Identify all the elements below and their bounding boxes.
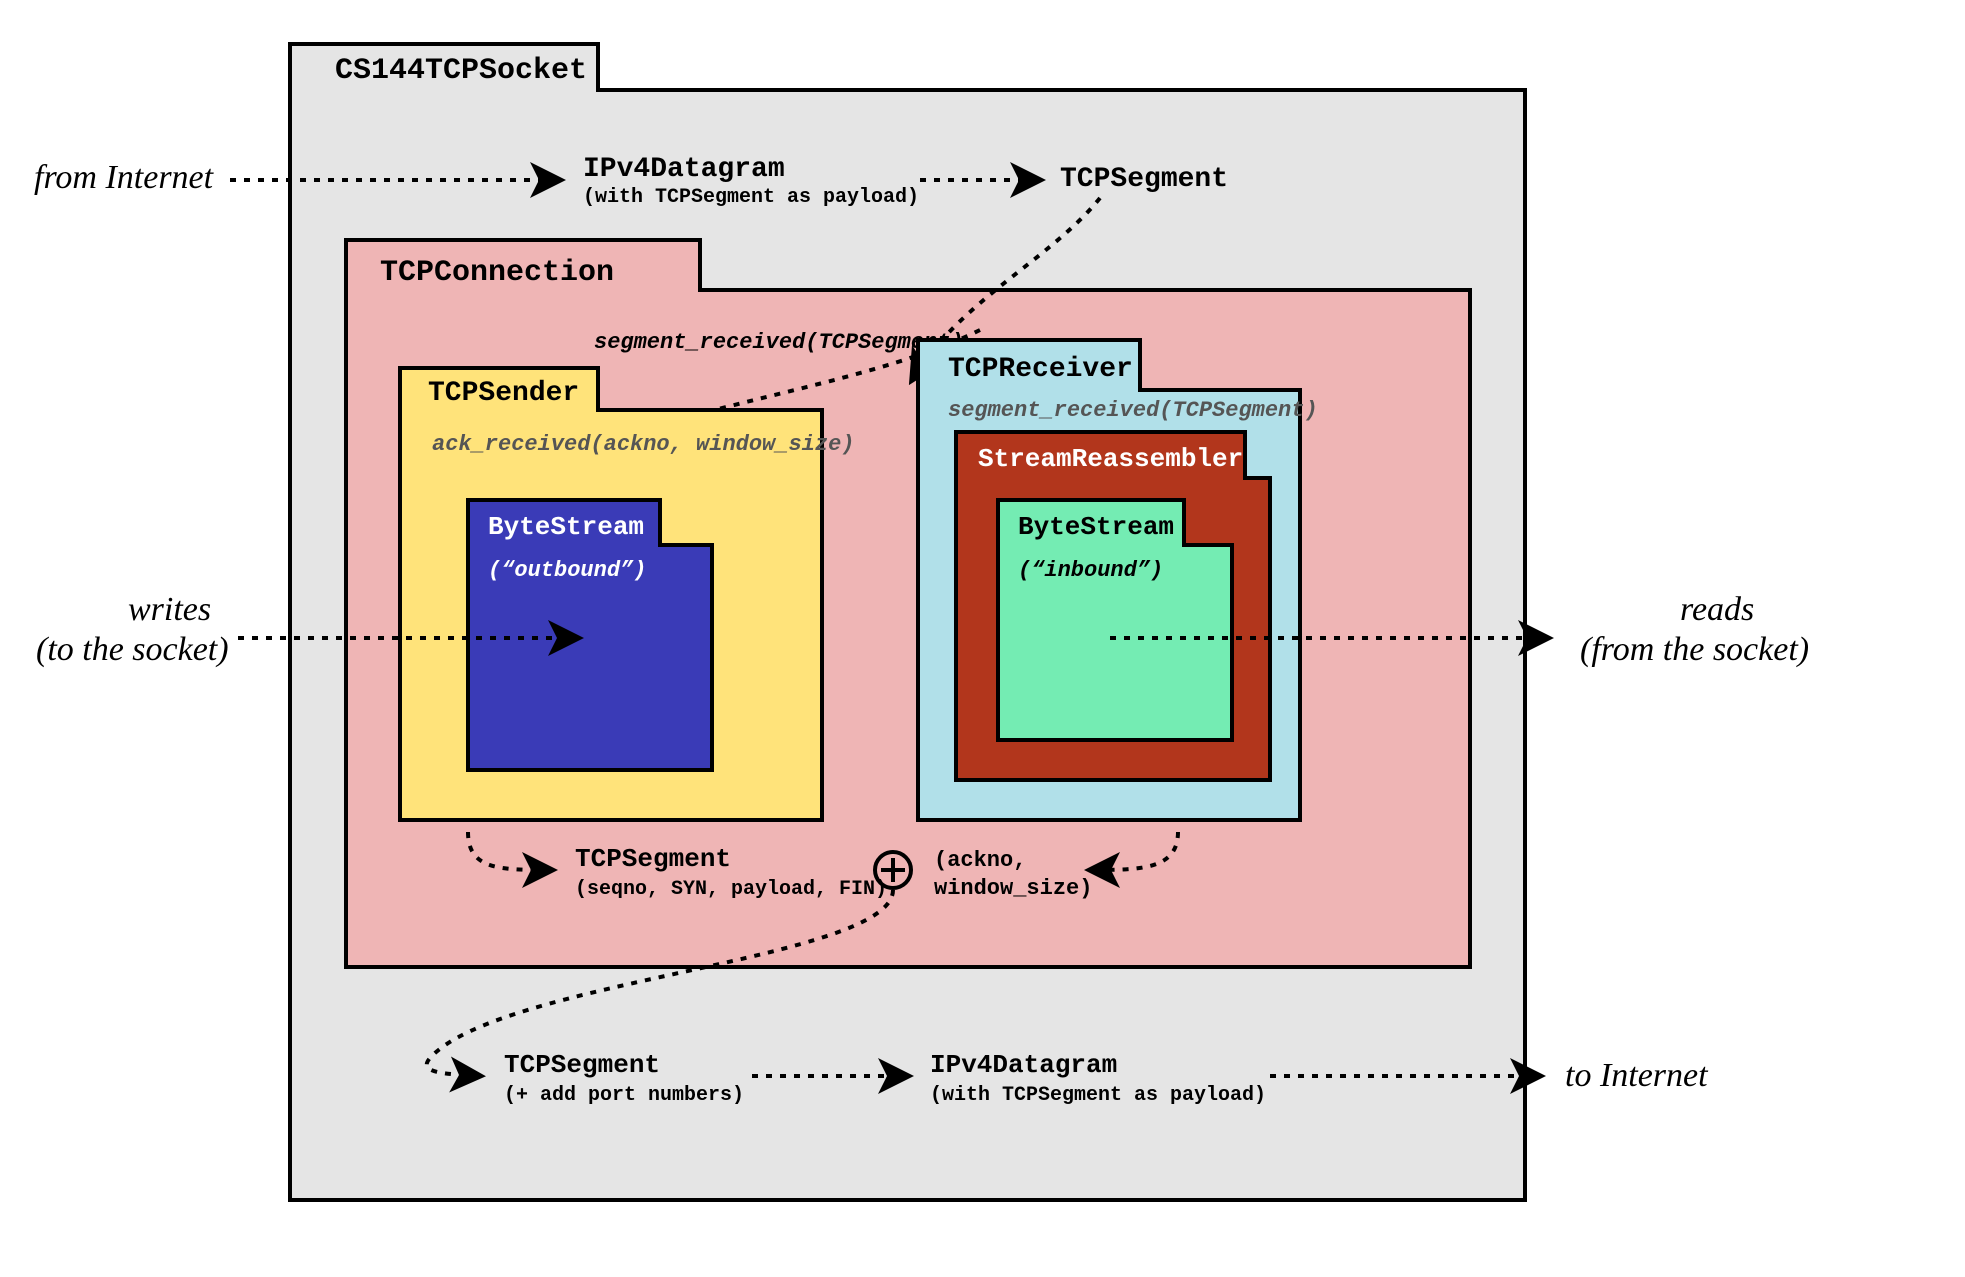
box-sender-fn: ack_received(ackno, window_size) bbox=[432, 432, 854, 457]
box-receiver-fn: segment_received(TCPSegment) bbox=[948, 398, 1318, 423]
box-socket-title: CS144TCPSocket bbox=[335, 54, 587, 88]
label-from-internet: from Internet bbox=[34, 159, 215, 196]
label-ipv4-in-2: (with TCPSegment as payload) bbox=[583, 186, 919, 209]
label-tcpseg-out-2: (seqno, SYN, payload, FIN) bbox=[575, 878, 887, 901]
label-ipv4-in-1: IPv4Datagram bbox=[583, 154, 785, 185]
label-reads-2: (from the socket) bbox=[1580, 631, 1809, 668]
box-sender-title: TCPSender bbox=[428, 378, 579, 409]
box-bs-out-title: ByteStream bbox=[488, 512, 644, 542]
label-writes-2: (to the socket) bbox=[36, 631, 229, 668]
label-ack-2: window_size) bbox=[934, 876, 1092, 901]
box-connection-title: TCPConnection bbox=[380, 256, 614, 290]
box-reassembler-title: StreamReassembler bbox=[978, 444, 1243, 474]
label-ipv4-btm-2: (with TCPSegment as payload) bbox=[930, 1084, 1266, 1107]
box-bs-in-title: ByteStream bbox=[1018, 512, 1174, 542]
label-seg-recv-fn: segment_received(TCPSegment) bbox=[594, 330, 964, 355]
label-tcpseg-btm-2: (+ add port numbers) bbox=[504, 1084, 744, 1107]
label-tcpseg-btm-1: TCPSegment bbox=[504, 1050, 660, 1080]
label-ipv4-btm-1: IPv4Datagram bbox=[930, 1050, 1117, 1080]
label-ack-1: (ackno, bbox=[934, 848, 1026, 873]
box-bs-in-sub: (“inbound”) bbox=[1018, 558, 1163, 583]
label-writes-1: writes bbox=[128, 591, 211, 628]
box-receiver-title: TCPReceiver bbox=[948, 354, 1133, 385]
label-reads-1: reads bbox=[1680, 591, 1754, 628]
label-tcpseg-out-1: TCPSegment bbox=[575, 844, 731, 874]
box-bs-out-sub: (“outbound”) bbox=[488, 558, 646, 583]
label-tcpseg-in: TCPSegment bbox=[1060, 164, 1228, 195]
label-to-internet: to Internet bbox=[1565, 1057, 1709, 1094]
